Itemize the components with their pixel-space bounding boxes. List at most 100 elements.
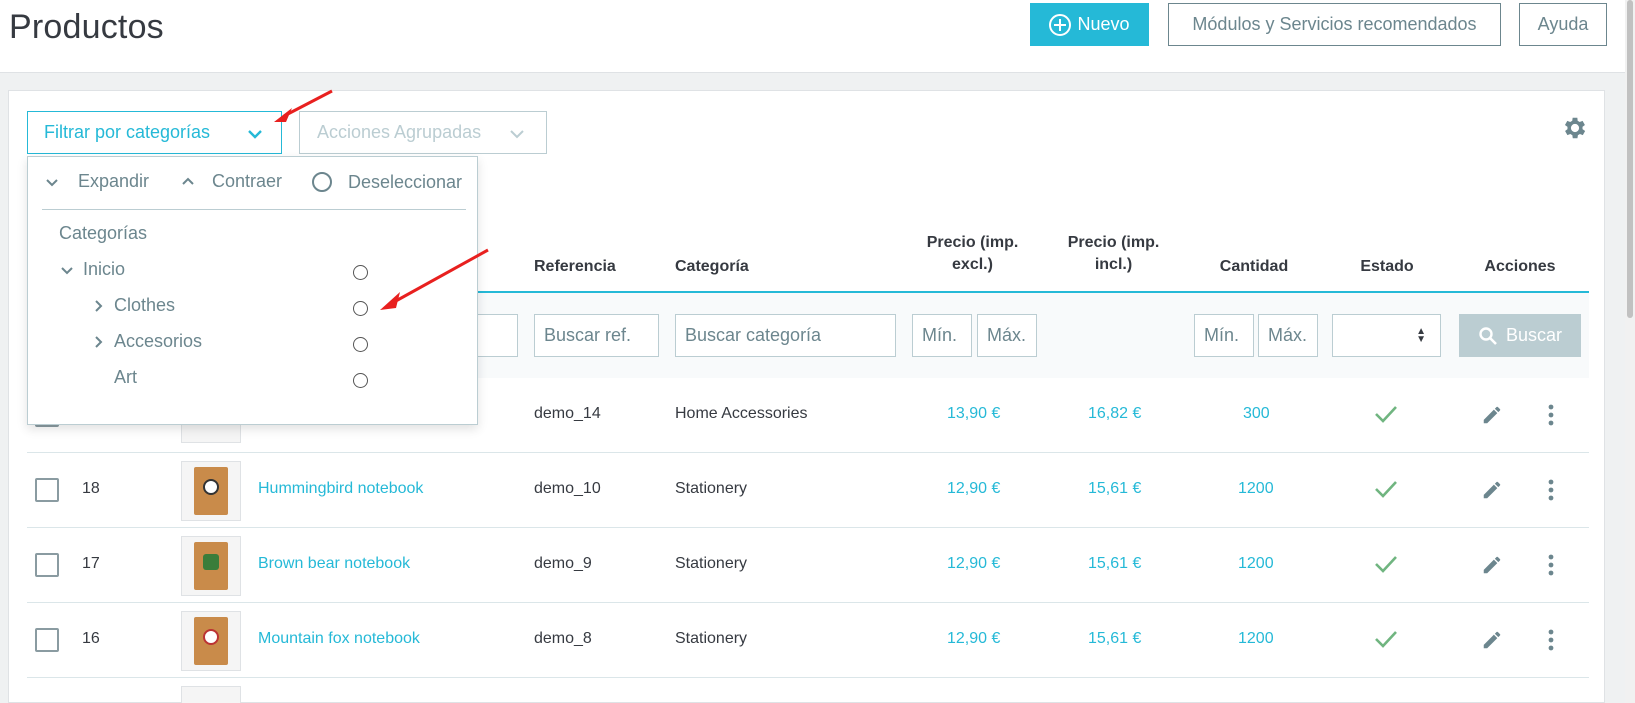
product-price-excl[interactable]: 13,90 €: [947, 405, 1000, 423]
row-checkbox[interactable]: [35, 553, 59, 577]
more-options-icon[interactable]: [1547, 478, 1555, 502]
product-reference: demo_8: [534, 630, 592, 647]
chevron-down-icon: [510, 130, 524, 139]
product-category: Home Accessories: [675, 405, 808, 422]
new-product-button[interactable]: Nuevo: [1030, 3, 1149, 46]
tree-item-inicio[interactable]: Inicio: [59, 259, 125, 280]
product-category: Stationery: [675, 630, 748, 647]
expand-all-button[interactable]: Expandir: [43, 171, 149, 192]
more-options-icon[interactable]: [1547, 553, 1555, 577]
chevron-down-icon: [46, 178, 58, 186]
product-reference: demo_9: [534, 555, 592, 572]
product-thumbnail: [181, 611, 241, 671]
product-quantity[interactable]: 300: [1243, 405, 1270, 423]
column-header-reference[interactable]: Referencia: [534, 258, 616, 276]
dropdown-divider: [42, 209, 466, 210]
bulk-actions-button[interactable]: Acciones Agrupadas: [299, 111, 547, 154]
expand-label: Expandir: [78, 171, 150, 191]
product-name-link[interactable]: Brown bear notebook: [258, 555, 410, 573]
search-button[interactable]: Buscar: [1459, 314, 1581, 357]
category-filter-dropdown: Expandir Contraer Deseleccionar Categorí…: [27, 156, 478, 425]
reference-filter-input[interactable]: Buscar ref.: [534, 314, 659, 357]
status-filter-select[interactable]: ▲ ▼: [1332, 314, 1441, 357]
price-excl-line2: excl.): [952, 256, 993, 273]
column-header-status[interactable]: Estado: [1330, 258, 1444, 276]
enabled-check-icon[interactable]: [1373, 628, 1399, 650]
category-radio-inicio[interactable]: [353, 265, 368, 280]
table-row: 18 Hummingbird notebook demo_10 Statione…: [27, 453, 1589, 528]
plus-circle-icon: [1049, 13, 1072, 36]
category-radio-clothes[interactable]: [353, 301, 368, 316]
tree-item-label: Accesorios: [114, 331, 203, 351]
product-quantity[interactable]: 1200: [1238, 555, 1274, 573]
column-header-quantity[interactable]: Cantidad: [1194, 258, 1314, 276]
product-thumbnail: [181, 686, 241, 703]
category-filter-input[interactable]: Buscar categoría: [675, 314, 896, 357]
gear-icon[interactable]: [1561, 114, 1589, 142]
column-header-actions: Acciones: [1484, 258, 1556, 275]
chevron-right-icon: [95, 299, 103, 312]
product-price-excl[interactable]: 12,90 €: [947, 555, 1000, 573]
select-arrows-icon: ▲ ▼: [1416, 326, 1426, 345]
search-icon: [1479, 326, 1497, 345]
product-id: 17: [82, 555, 100, 572]
tree-item-clothes[interactable]: Clothes: [90, 295, 175, 316]
product-id: 18: [82, 480, 100, 497]
collapse-label: Contraer: [212, 171, 283, 191]
filter-by-categories-label: Filtrar por categorías: [44, 122, 211, 142]
product-price-incl[interactable]: 15,61 €: [1088, 480, 1141, 498]
chevron-down-icon: [248, 130, 262, 139]
help-button[interactable]: Ayuda: [1519, 3, 1607, 46]
category-radio-art[interactable]: [353, 373, 368, 388]
tree-item-label: Clothes: [114, 295, 176, 315]
enabled-check-icon[interactable]: [1373, 478, 1399, 500]
product-price-incl[interactable]: 15,61 €: [1088, 630, 1141, 648]
quantity-max-input[interactable]: Máx.: [1258, 314, 1318, 357]
page-title: Productos: [9, 8, 164, 46]
product-price-incl[interactable]: 15,61 €: [1088, 555, 1141, 573]
product-price-incl[interactable]: 16,82 €: [1088, 405, 1141, 423]
enabled-check-icon[interactable]: [1373, 403, 1399, 425]
categories-heading: Categorías: [59, 223, 148, 243]
edit-pencil-icon[interactable]: [1481, 479, 1503, 501]
product-price-excl[interactable]: 12,90 €: [947, 630, 1000, 648]
more-options-icon[interactable]: [1547, 628, 1555, 652]
more-options-icon[interactable]: [1547, 403, 1555, 427]
price-min-input[interactable]: Mín.: [912, 314, 972, 357]
scrollbar-thumb[interactable]: [1627, 0, 1633, 318]
product-price-excl[interactable]: 12,90 €: [947, 480, 1000, 498]
product-quantity[interactable]: 1200: [1238, 630, 1274, 648]
tree-item-art[interactable]: Art: [114, 367, 137, 388]
deselect-label: Deseleccionar: [348, 171, 463, 192]
price-excl-line1: Precio (imp.: [926, 234, 1019, 251]
chevron-down-icon: [61, 266, 73, 274]
product-name-link[interactable]: Mountain fox notebook: [258, 630, 420, 648]
product-id: 16: [82, 630, 100, 647]
price-max-input[interactable]: Máx.: [977, 314, 1037, 357]
column-header-category[interactable]: Categoría: [675, 258, 749, 276]
chevron-up-icon: [182, 177, 194, 185]
product-thumbnail: [181, 461, 241, 521]
product-category: Stationery: [675, 555, 748, 572]
product-quantity[interactable]: 1200: [1238, 480, 1274, 498]
edit-pencil-icon[interactable]: [1481, 554, 1503, 576]
tree-item-label: Art: [114, 367, 138, 387]
product-name-link[interactable]: Hummingbird notebook: [258, 480, 423, 498]
column-header-price-excl[interactable]: Precio (imp. excl.): [910, 234, 1035, 274]
edit-pencil-icon[interactable]: [1481, 629, 1503, 651]
price-incl-line2: incl.): [1094, 256, 1133, 273]
row-checkbox[interactable]: [35, 478, 59, 502]
edit-pencil-icon[interactable]: [1481, 404, 1503, 426]
recommended-modules-button[interactable]: Módulos y Servicios recomendados: [1168, 3, 1501, 46]
enabled-check-icon[interactable]: [1373, 553, 1399, 575]
row-checkbox[interactable]: [35, 628, 59, 652]
deselect-all-button[interactable]: Deseleccionar: [311, 171, 462, 193]
column-header-price-incl[interactable]: Precio (imp. incl.): [1051, 234, 1176, 274]
filter-by-categories-button[interactable]: Filtrar por categorías: [27, 111, 282, 154]
product-thumbnail: [181, 536, 241, 596]
tree-item-accesorios[interactable]: Accesorios: [90, 331, 202, 352]
search-button-label: Buscar: [1505, 325, 1563, 345]
quantity-min-input[interactable]: Mín.: [1194, 314, 1254, 357]
collapse-all-button[interactable]: Contraer: [179, 171, 282, 192]
category-radio-accesorios[interactable]: [353, 337, 368, 352]
